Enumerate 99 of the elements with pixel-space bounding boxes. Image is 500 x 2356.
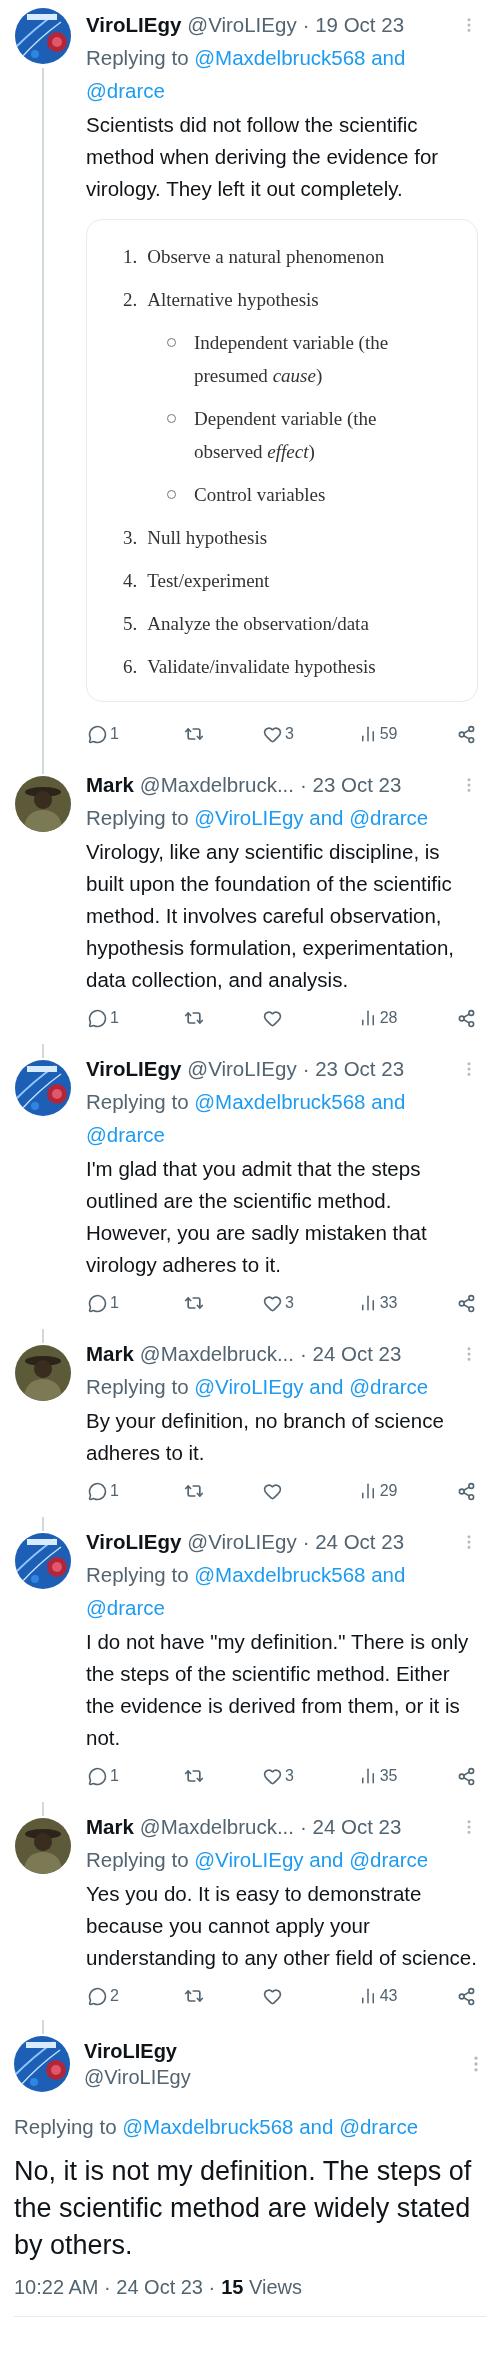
- post-time: 10:22 AM · 24 Oct 23 ·: [14, 2275, 216, 2300]
- share-icon: [457, 1986, 476, 2006]
- reply-icon: [88, 1293, 107, 1313]
- step-number: 3.: [123, 526, 138, 550]
- user-handle[interactable]: @Maxdelbruck...: [139, 1810, 294, 1843]
- user-name[interactable]: ViroLIEgy: [84, 2038, 191, 2064]
- step-text: Control variables: [194, 483, 326, 507]
- views-button[interactable]: 35: [356, 1765, 400, 1787]
- avatar[interactable]: [14, 2036, 70, 2092]
- reply-icon: [88, 1766, 107, 1786]
- replying-label: Replying to: [86, 46, 189, 69]
- heart-icon: [263, 1766, 283, 1786]
- user-name[interactable]: Mark: [86, 1810, 134, 1843]
- share-icon: [457, 1481, 476, 1501]
- replying-label: Replying to: [86, 1563, 189, 1586]
- post-date: · 24 Oct 23: [302, 1529, 405, 1555]
- reply-button[interactable]: 2: [86, 1984, 126, 2008]
- step-number: 4.: [123, 569, 138, 593]
- mention-joiner: and: [309, 1375, 344, 1398]
- heart-icon: [263, 1008, 283, 1028]
- share-icon: [457, 1008, 476, 1028]
- step-text: Dependent variable (the observed effect): [194, 407, 378, 464]
- mention-joiner: and: [309, 806, 344, 829]
- step-text: Observe a natural phenomenon: [147, 245, 385, 269]
- reply-button[interactable]: 1: [86, 1479, 126, 1503]
- views-button[interactable]: 28: [356, 1007, 400, 1029]
- user-handle[interactable]: @Maxdelbruck...: [139, 768, 294, 801]
- replying-label: Replying to: [86, 1375, 189, 1398]
- step-text: Test/experiment: [147, 569, 270, 593]
- post-date: · 23 Oct 23: [302, 1056, 405, 1082]
- post-date: · 19 Oct 23: [302, 12, 405, 38]
- user-handle[interactable]: @ViroLIEgy: [187, 8, 297, 41]
- post-text: Virology, like any scientific discipline, is built upon the foundation of the scientific method. It involves careful observation, hypothesis formulation, experimentation, data collection, and analysis.: [86, 839, 456, 993]
- heart-icon: [263, 1481, 283, 1501]
- heart-icon: [263, 724, 283, 744]
- user-handle[interactable]: @ViroLIEgy: [187, 1052, 297, 1085]
- mention-joiner: and: [371, 46, 406, 69]
- share-icon: [457, 1766, 476, 1786]
- share-icon: [457, 724, 476, 744]
- mention-joiner: and: [299, 2115, 334, 2138]
- step-number: 1.: [123, 245, 138, 269]
- user-handle[interactable]: @Maxdelbruck...: [139, 1337, 294, 1370]
- avatar[interactable]: [15, 1818, 71, 1874]
- avatar[interactable]: [15, 1060, 71, 1116]
- step-text: Independent variable (the presumed cause): [194, 331, 390, 388]
- post-date: · 24 Oct 23: [300, 1814, 402, 1840]
- post-date: · 23 Oct 23: [300, 772, 402, 798]
- step-text: Alternative hypothesis: [147, 288, 319, 312]
- replying-label: Replying to: [86, 1090, 189, 1113]
- views-label: Views: [249, 2276, 303, 2298]
- mention-joiner: and: [371, 1090, 406, 1113]
- mention-joiner: and: [371, 1563, 406, 1586]
- step-text: Validate/invalidate hypothesis: [147, 655, 376, 679]
- replying-label: Replying to: [86, 806, 189, 829]
- post-text: No, it is not my definition. The steps of the scientific method are widely stated by others.: [14, 2155, 473, 2262]
- replying-label: Replying to: [86, 1848, 189, 1871]
- step-number: 5.: [123, 612, 138, 636]
- like-button[interactable]: 3: [261, 722, 302, 746]
- views-count: 15: [221, 2276, 244, 2298]
- user-name[interactable]: ViroLIEgy: [86, 1525, 182, 1558]
- avatar[interactable]: [15, 776, 71, 832]
- step-text: Null hypothesis: [147, 526, 268, 550]
- reply-icon: [88, 1481, 107, 1501]
- post-text: Yes you do. It is easy to demonstrate because you cannot apply your understanding to any other field of science.: [86, 1881, 478, 1971]
- reply-icon: [88, 724, 107, 744]
- mention-joiner: and: [309, 1848, 344, 1871]
- user-name[interactable]: ViroLIEgy: [86, 8, 182, 41]
- views-button[interactable]: 43: [356, 1985, 400, 2007]
- avatar[interactable]: [15, 1345, 71, 1401]
- reply-icon: [88, 1986, 107, 2006]
- replying-label: Replying to: [14, 2115, 117, 2138]
- step-number: 6.: [123, 655, 138, 679]
- avatar[interactable]: [15, 1533, 71, 1589]
- post-date: · 24 Oct 23: [300, 1341, 402, 1367]
- like-button[interactable]: 3: [261, 1764, 302, 1788]
- user-handle[interactable]: @ViroLIEgy: [187, 1525, 297, 1558]
- reply-button[interactable]: 1: [86, 1006, 126, 1030]
- share-icon: [457, 1293, 476, 1313]
- user-name[interactable]: Mark: [86, 1337, 134, 1370]
- user-name[interactable]: Mark: [86, 768, 134, 801]
- heart-icon: [263, 1986, 283, 2006]
- views-button[interactable]: 33: [356, 1292, 400, 1314]
- reply-button[interactable]: 1: [86, 722, 126, 746]
- views-button[interactable]: 29: [356, 1480, 400, 1502]
- post-text: Scientists did not follow the scientific method when deriving the evidence for virology. They left it out completely.: [86, 112, 440, 202]
- post-text: I'm glad that you admit that the steps outlined are the scientific method. However, you are sadly mistaken that virology adheres to it.: [86, 1156, 428, 1278]
- views-button[interactable]: 59: [356, 723, 400, 745]
- heart-icon: [263, 1293, 283, 1313]
- like-button[interactable]: 3: [261, 1291, 302, 1315]
- avatar[interactable]: [15, 8, 71, 64]
- step-text: Analyze the observation/data: [147, 612, 369, 636]
- step-number: 2.: [123, 288, 138, 312]
- reply-icon: [88, 1008, 107, 1028]
- post-text: I do not have "my definition." There is only the steps of the scientific method. Either the evidence is derived from them, or it is not.: [86, 1629, 470, 1751]
- reply-button[interactable]: 1: [86, 1764, 126, 1788]
- user-name[interactable]: ViroLIEgy: [86, 1052, 182, 1085]
- reply-button[interactable]: 1: [86, 1291, 126, 1315]
- user-handle[interactable]: @ViroLIEgy: [84, 2064, 191, 2090]
- post-text: By your definition, no branch of science adheres to it.: [86, 1408, 445, 1466]
